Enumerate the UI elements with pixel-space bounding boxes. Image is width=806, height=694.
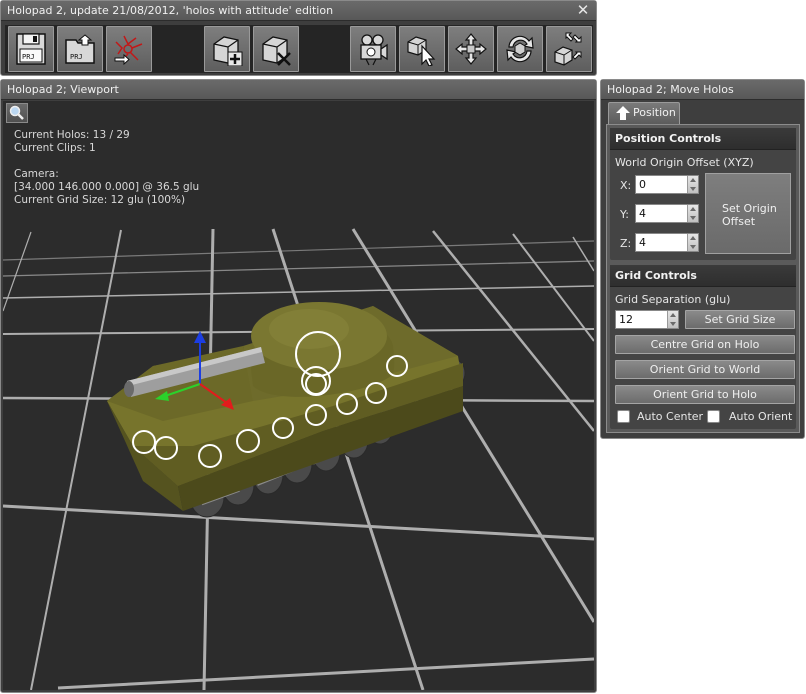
tab-position[interactable]: Position bbox=[608, 102, 680, 124]
x-label: X: bbox=[620, 179, 632, 192]
export-icon bbox=[114, 35, 143, 66]
x-offset-input[interactable]: 0 bbox=[635, 175, 699, 194]
main-toolbar-window: Holopad 2, update 21/08/2012, 'holos wit… bbox=[0, 0, 597, 76]
auto-center-label: Auto Center bbox=[637, 410, 704, 423]
set-grid-size-button[interactable]: Set Grid Size bbox=[685, 310, 795, 329]
zoom-button[interactable] bbox=[6, 103, 28, 123]
svg-text:PRJ: PRJ bbox=[70, 53, 83, 61]
select-mode-button[interactable] bbox=[399, 26, 445, 72]
holo-count: Current Holos: 13 / 29 bbox=[14, 129, 130, 141]
set-origin-offset-button[interactable]: Set Origin Offset bbox=[705, 173, 791, 254]
grid-separation-stepper[interactable] bbox=[667, 311, 678, 328]
grid-controls-header: Grid Controls bbox=[610, 265, 796, 287]
grid-controls-section: Grid Controls Grid Separation (glu) 12 S… bbox=[610, 265, 796, 429]
position-panel: Position Controls World Origin Offset (X… bbox=[606, 124, 800, 433]
add-holo-button[interactable] bbox=[204, 26, 250, 72]
rotate-mode-icon bbox=[506, 35, 534, 63]
auto-center-checkbox[interactable] bbox=[617, 410, 630, 423]
z-offset-stepper[interactable] bbox=[687, 234, 698, 251]
camera-value: [34.000 146.000 0.000] @ 36.5 glu bbox=[14, 181, 200, 193]
y-offset-stepper[interactable] bbox=[687, 205, 698, 222]
y-label: Y: bbox=[620, 208, 629, 221]
close-icon[interactable]: ✕ bbox=[576, 1, 590, 21]
position-controls-header: Position Controls bbox=[610, 128, 796, 150]
centre-grid-on-holo-button[interactable]: Centre Grid on Holo bbox=[615, 335, 795, 354]
auto-orient-label: Auto Orient bbox=[729, 410, 793, 423]
orient-grid-to-world-button[interactable]: Orient Grid to World bbox=[615, 360, 795, 379]
viewport-info: Current Holos: 13 / 29 Current Clips: 1 … bbox=[14, 129, 199, 207]
tab-position-label: Position bbox=[633, 106, 676, 119]
open-project-icon: PRJ bbox=[65, 34, 95, 64]
camera-label: Camera: bbox=[14, 168, 59, 180]
viewport-window: Holopad 2; Viewport Current Holos: 13 / … bbox=[0, 79, 597, 693]
clip-count: Current Clips: 1 bbox=[14, 142, 96, 154]
add-holo-icon bbox=[213, 36, 243, 66]
position-controls-section: Position Controls World Origin Offset (X… bbox=[610, 128, 796, 260]
orient-grid-to-holo-button[interactable]: Orient Grid to Holo bbox=[615, 385, 795, 404]
move-holos-title: Holopad 2; Move Holos bbox=[601, 80, 804, 100]
camera-mode-icon bbox=[360, 34, 388, 66]
origin-offset-label: World Origin Offset (XYZ) bbox=[615, 156, 754, 169]
main-window-title: Holopad 2, update 21/08/2012, 'holos wit… bbox=[1, 1, 596, 21]
grid-separation-label: Grid Separation (glu) bbox=[615, 293, 731, 306]
x-offset-stepper[interactable] bbox=[687, 176, 698, 193]
scale-mode-button[interactable] bbox=[546, 26, 592, 72]
move-holos-window: Holopad 2; Move Holos Position Position … bbox=[600, 79, 805, 439]
save-project-button[interactable]: PRJ bbox=[8, 26, 54, 72]
magnifier-icon bbox=[9, 105, 24, 120]
open-project-button[interactable]: PRJ bbox=[57, 26, 103, 72]
select-mode-icon bbox=[407, 36, 436, 66]
delete-holo-button[interactable] bbox=[253, 26, 299, 72]
viewport-title: Holopad 2; Viewport bbox=[1, 80, 596, 100]
app-title: Holopad 2, update 21/08/2012, 'holos wit… bbox=[7, 4, 334, 17]
scale-mode-icon bbox=[554, 32, 582, 66]
move-mode-icon bbox=[455, 33, 487, 65]
save-project-icon: PRJ bbox=[16, 33, 46, 65]
delete-holo-icon bbox=[262, 36, 291, 66]
viewport-canvas[interactable]: Current Holos: 13 / 29 Current Clips: 1 … bbox=[3, 101, 594, 690]
toolbar: PRJ PRJ bbox=[5, 25, 593, 73]
auto-orient-checkbox[interactable] bbox=[707, 410, 720, 423]
grid-separation-input[interactable]: 12 bbox=[615, 310, 679, 329]
camera-mode-button[interactable] bbox=[350, 26, 396, 72]
move-mode-button[interactable] bbox=[448, 26, 494, 72]
grid-size-readout: Current Grid Size: 12 glu (100%) bbox=[14, 194, 186, 206]
svg-text:PRJ: PRJ bbox=[22, 53, 35, 61]
z-offset-input[interactable]: 4 bbox=[635, 233, 699, 252]
rotate-mode-button[interactable] bbox=[497, 26, 543, 72]
up-arrow-icon bbox=[616, 106, 630, 120]
z-label: Z: bbox=[620, 237, 632, 250]
y-offset-input[interactable]: 4 bbox=[635, 204, 699, 223]
export-button[interactable] bbox=[106, 26, 152, 72]
